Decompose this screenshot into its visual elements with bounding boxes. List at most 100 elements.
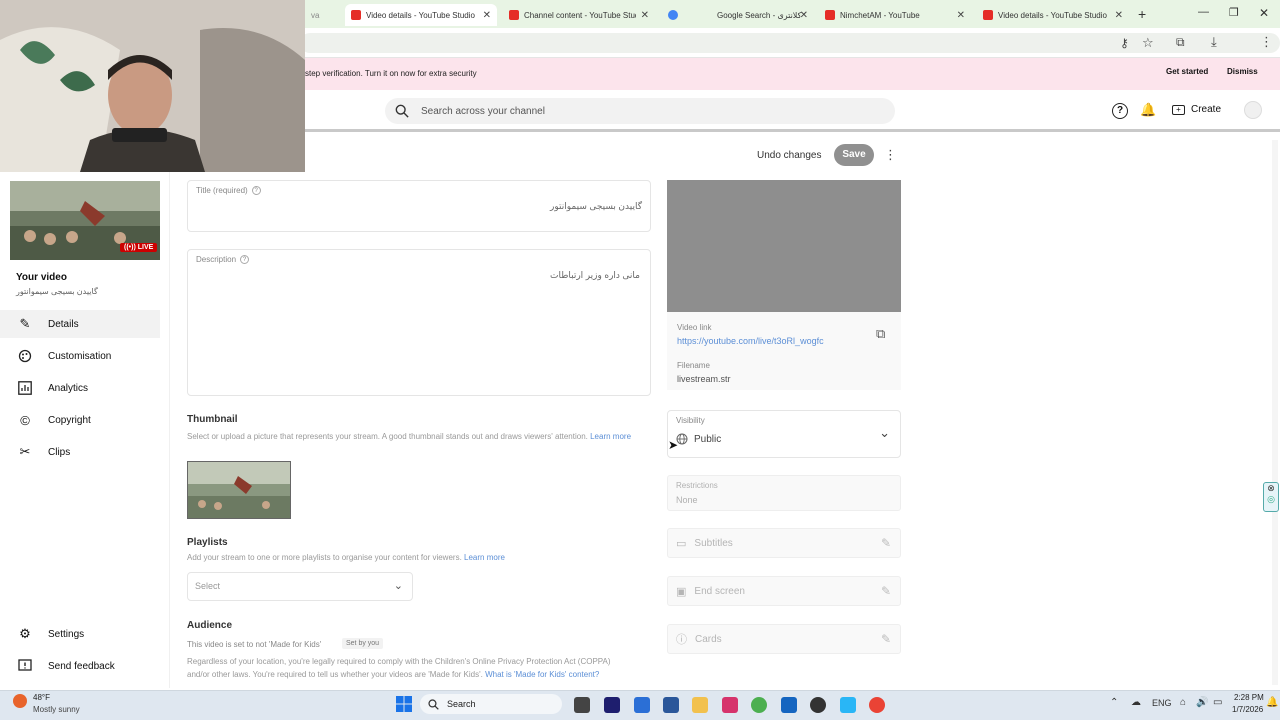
network-icon[interactable]: ⌂ xyxy=(1180,697,1186,708)
sidebar-item-settings[interactable]: ⚙ Settings xyxy=(0,620,160,648)
page-scrollbar[interactable] xyxy=(1272,140,1278,685)
close-tab-icon[interactable]: ✕ xyxy=(483,10,491,21)
edit-pencil-icon[interactable]: ✎ xyxy=(881,536,891,550)
sidebar-item-send-feedback[interactable]: Send feedback xyxy=(0,652,160,680)
undo-changes-button[interactable]: Undo changes xyxy=(757,150,822,161)
premiere-icon[interactable] xyxy=(604,697,620,713)
help-icon[interactable]: ? xyxy=(1112,103,1128,119)
channel-search-input[interactable]: Search across your channel xyxy=(385,98,895,124)
browser-tab-partial[interactable]: va xyxy=(305,4,345,26)
close-tab-icon[interactable]: ✕ xyxy=(1115,10,1123,21)
chevron-down-icon: ⌄ xyxy=(879,425,890,440)
description-field[interactable]: Description ? مانی داره وزیر ارتباطات xyxy=(187,249,651,396)
chrome-icon[interactable] xyxy=(751,697,767,713)
clock-date[interactable]: 1/7/2026 xyxy=(1232,705,1263,714)
analytics-icon xyxy=(18,381,32,395)
download-icon[interactable]: ⤓ xyxy=(1211,34,1217,50)
info-icon[interactable]: ? xyxy=(251,186,261,195)
sidebar-item-clips[interactable]: ✂ Clips xyxy=(0,438,160,466)
subtitles-icon: ▭ xyxy=(676,537,687,550)
video-link-label: Video link xyxy=(677,323,712,332)
address-bar-field[interactable] xyxy=(300,33,1280,53)
cards-row[interactable]: ⓘ Cards ✎ xyxy=(667,624,901,654)
file-explorer-icon[interactable] xyxy=(692,697,708,713)
weather-desc[interactable]: Mostly sunny xyxy=(33,705,80,714)
close-tab-icon[interactable]: ✕ xyxy=(641,10,649,21)
word-icon[interactable] xyxy=(663,697,679,713)
avatar[interactable] xyxy=(1244,101,1262,119)
language-indicator[interactable]: ENG xyxy=(1152,698,1172,708)
video-link[interactable]: https://youtube.com/live/t3oRl_wogfc xyxy=(677,336,824,346)
search-icon xyxy=(428,698,439,710)
minimize-window-icon[interactable]: — xyxy=(1198,6,1209,18)
scissors-icon: ✂ xyxy=(19,444,31,459)
audience-description-1: Regardless of your location, you're lega… xyxy=(187,657,611,666)
password-key-icon[interactable]: ⚷ xyxy=(1120,36,1129,50)
notifications-bell-icon[interactable]: 🔔 xyxy=(1140,102,1156,118)
widget-target-icon[interactable]: ◎ xyxy=(1264,494,1278,505)
title-value: گاییدن بسیجی سیموانتور xyxy=(550,201,642,211)
weather-temp[interactable]: 48°F xyxy=(33,693,50,702)
browser-tab-google-search[interactable]: Google Search - کلانتری ✕ xyxy=(662,4,814,26)
browser-tab-channel-content[interactable]: Channel content - YouTube Studio ✕ xyxy=(503,4,655,26)
title-field[interactable]: Title (required) ? گاییدن بسیجی سیموانتو… xyxy=(187,180,651,232)
close-tab-icon[interactable]: ✕ xyxy=(800,10,808,21)
instagram-icon[interactable] xyxy=(722,697,738,713)
maximize-window-icon[interactable]: ❐ xyxy=(1229,6,1239,19)
edit-pencil-icon[interactable]: ✎ xyxy=(881,632,891,646)
filename-label: Filename xyxy=(677,361,710,370)
browser-tab-nimchetam[interactable]: NimchetAM - YouTube ✕ xyxy=(819,4,971,26)
volume-icon[interactable]: 🔊 xyxy=(1196,697,1208,708)
mouse-cursor-icon: ➤ xyxy=(668,438,679,452)
close-widget-icon[interactable]: ⊗ xyxy=(1264,483,1278,494)
chrome-active-icon[interactable] xyxy=(869,697,885,713)
notification-center-icon[interactable]: 🔔 xyxy=(1266,697,1278,708)
audience-description-2: and/or other laws. You're required to te… xyxy=(187,670,600,679)
dismiss-button[interactable]: Dismiss xyxy=(1227,67,1258,76)
subtitles-row[interactable]: ▭ Subtitles ✎ xyxy=(667,528,901,558)
live-broadcast-icon: ((•)) xyxy=(124,244,138,251)
your-video-label: Your video xyxy=(16,272,67,283)
info-icon[interactable]: ? xyxy=(240,255,250,264)
copy-icon[interactable]: ⧉ xyxy=(876,326,885,342)
thumbnail-learn-more-link[interactable]: Learn more xyxy=(590,432,631,441)
battery-icon[interactable]: ▭ xyxy=(1213,697,1222,708)
sidebar-item-copyright[interactable]: © Copyright xyxy=(0,406,160,434)
side-widget[interactable]: ⊗ ◎ xyxy=(1263,482,1279,512)
task-view-icon[interactable] xyxy=(574,697,590,713)
sidebar-item-analytics[interactable]: Analytics xyxy=(0,374,160,402)
clock-time[interactable]: 2:28 PM xyxy=(1234,693,1264,702)
edit-pencil-icon[interactable]: ✎ xyxy=(881,584,891,598)
close-tab-icon[interactable]: ✕ xyxy=(957,10,965,21)
new-tab-icon[interactable]: + xyxy=(1138,6,1146,22)
sidebar-item-details[interactable]: ✎ Details xyxy=(0,310,160,338)
visibility-select[interactable]: Visibility Public ⌄ xyxy=(667,410,901,458)
f-app-icon[interactable] xyxy=(840,697,856,713)
save-button[interactable]: Save xyxy=(834,144,874,166)
end-screen-row[interactable]: ▣ End screen ✎ xyxy=(667,576,901,606)
more-options-icon[interactable]: ⋮ xyxy=(884,147,897,163)
get-started-button[interactable]: Get started xyxy=(1166,67,1208,76)
browser-menu-icon[interactable]: ⋮ xyxy=(1260,34,1273,50)
taskbar-search[interactable]: Search xyxy=(420,694,562,714)
thumbnail-option[interactable] xyxy=(187,461,291,519)
windows-start-icon[interactable] xyxy=(396,696,412,712)
made-for-kids-link[interactable]: What is 'Made for Kids' content? xyxy=(485,670,599,679)
playlists-learn-more-link[interactable]: Learn more xyxy=(464,553,505,562)
thumbnail-description: Select or upload a picture that represen… xyxy=(187,432,632,441)
close-window-icon[interactable]: ✕ xyxy=(1259,6,1269,20)
browser-tab-video-details[interactable]: Video details - YouTube Studio ✕ xyxy=(345,4,497,26)
defender-icon[interactable] xyxy=(781,697,797,713)
browser-tab-video-details-2[interactable]: Video details - YouTube Studio ✕ xyxy=(977,4,1129,26)
tray-cloud-icon[interactable]: ☁ xyxy=(1131,697,1141,708)
create-button[interactable]: + Create xyxy=(1172,104,1221,115)
bookmark-star-icon[interactable]: ☆ xyxy=(1142,35,1154,51)
store-icon[interactable] xyxy=(634,697,650,713)
tray-chevron-up-icon[interactable]: ⌃ xyxy=(1110,697,1118,708)
sidebar-item-customisation[interactable]: Customisation xyxy=(0,342,160,370)
playlist-select[interactable]: Select ⌄ xyxy=(187,572,413,601)
app-icon[interactable] xyxy=(810,697,826,713)
extensions-icon[interactable]: ⧉ xyxy=(1176,35,1185,50)
weather-sun-icon[interactable] xyxy=(13,694,27,708)
video-player-preview[interactable] xyxy=(667,180,901,312)
